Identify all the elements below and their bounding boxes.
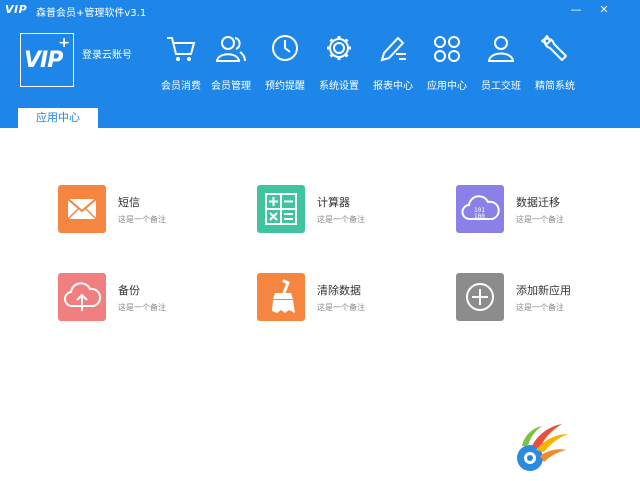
- app-data-migration[interactable]: 101 100 数据迁移 这是一个备注: [456, 185, 626, 237]
- nav-label: 报表中心: [373, 81, 413, 92]
- app-note: 这是一个备注: [317, 215, 365, 224]
- app-note: 这是一个备注: [516, 215, 564, 224]
- nav-member-consume[interactable]: 会员消费: [156, 32, 206, 92]
- nav-appointment[interactable]: 预约提醒: [260, 32, 310, 92]
- app-name: 添加新应用: [516, 284, 571, 297]
- svg-text:100: 100: [474, 213, 485, 220]
- nav-system-settings[interactable]: 系统设置: [314, 32, 364, 92]
- window-title: 森普会员+管理软件v3.1: [36, 8, 147, 19]
- minimize-button[interactable]: —: [566, 2, 586, 18]
- nav-label: 会员管理: [211, 81, 251, 92]
- add-icon: [456, 273, 504, 321]
- app-name: 短信: [118, 196, 140, 209]
- nav-label: 应用中心: [427, 81, 467, 92]
- nav-simplify-system[interactable]: 精简系统: [530, 32, 580, 92]
- nav-label: 精简系统: [535, 81, 575, 92]
- app-clear-data[interactable]: 清除数据 这是一个备注: [257, 273, 427, 325]
- close-button[interactable]: ✕: [594, 2, 614, 18]
- cloud-data-icon: 101 100: [456, 185, 504, 233]
- nav-staff-shift[interactable]: 员工交班: [476, 32, 526, 92]
- nav-app-center[interactable]: 应用中心: [422, 32, 472, 92]
- app-sms[interactable]: 短信 这是一个备注: [58, 185, 228, 237]
- gear-icon: [327, 36, 351, 60]
- mail-icon: [58, 185, 106, 233]
- vip-logo-text: VIP: [24, 48, 63, 73]
- nav-label: 系统设置: [319, 81, 359, 92]
- header-bar: VIP 森普会员+管理软件v3.1 — ✕ VIP + 登录云账号 会员消费 会…: [0, 0, 640, 128]
- app-backup[interactable]: 备份 这是一个备注: [58, 273, 228, 325]
- app-note: 这是一个备注: [118, 303, 166, 312]
- tab-app-center[interactable]: 应用中心: [18, 108, 98, 128]
- clock-icon: [272, 35, 298, 61]
- app-name: 清除数据: [317, 284, 361, 297]
- person-icon: [487, 36, 515, 62]
- app-name: 计算器: [317, 196, 350, 209]
- vip-logo-plus: +: [58, 35, 70, 51]
- app-name: 备份: [118, 284, 140, 297]
- nav-label: 员工交班: [481, 81, 521, 92]
- app-add-new[interactable]: 添加新应用 这是一个备注: [456, 273, 626, 325]
- nav-report-center[interactable]: 报表中心: [368, 32, 418, 92]
- users-icon: [215, 36, 246, 62]
- app-note: 这是一个备注: [118, 215, 166, 224]
- title-bar: VIP 森普会员+管理软件v3.1 — ✕: [0, 0, 640, 20]
- cloud-upload-icon: [58, 273, 106, 321]
- app-name: 数据迁移: [516, 196, 560, 209]
- calculator-icon: [257, 185, 305, 233]
- broom-icon: [257, 273, 305, 321]
- app-calculator[interactable]: 计算器 这是一个备注: [257, 185, 427, 237]
- wrench-icon: [541, 35, 567, 61]
- brand-swirl-logo: [517, 424, 568, 471]
- login-cloud-account-link[interactable]: 登录云账号: [82, 46, 132, 61]
- pen-icon: [380, 36, 406, 62]
- vip-logo: VIP +: [20, 33, 74, 87]
- nav-member-manage[interactable]: 会员管理: [206, 32, 256, 92]
- title-logo: VIP: [5, 3, 28, 16]
- apps-icon: [434, 36, 460, 62]
- cart-icon: [167, 37, 196, 61]
- app-note: 这是一个备注: [317, 303, 365, 312]
- nav-label: 预约提醒: [265, 81, 305, 92]
- app-note: 这是一个备注: [516, 303, 564, 312]
